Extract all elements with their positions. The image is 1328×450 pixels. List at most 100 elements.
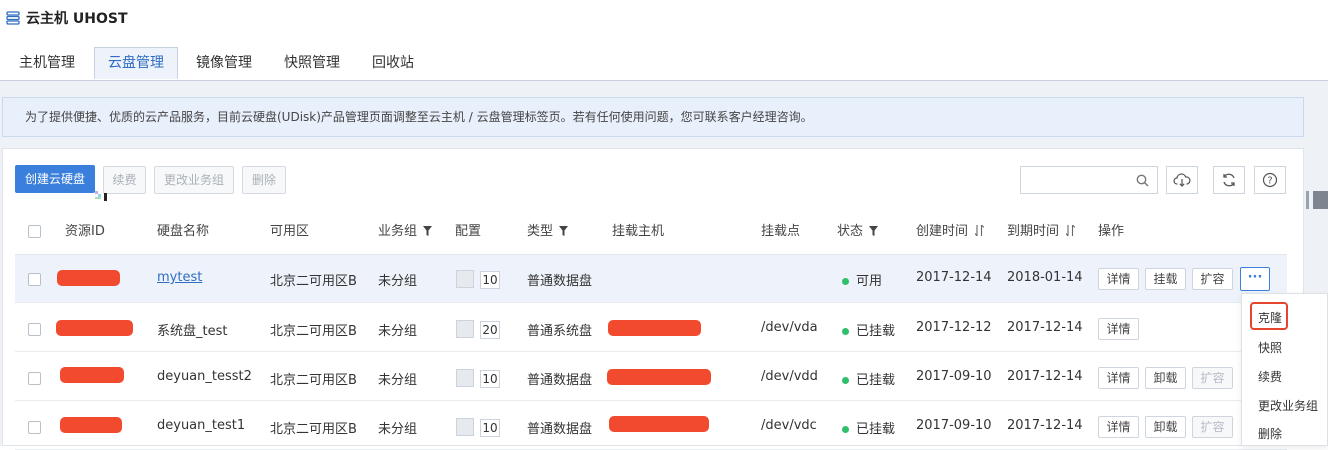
row-checkbox[interactable] [28,323,41,336]
cloud-download-button[interactable] [1166,166,1198,194]
status-dot-icon [842,426,849,433]
search-input[interactable] [1020,166,1158,194]
expires-cell: 2017-12-14 [1007,320,1083,335]
row-checkbox[interactable] [28,273,41,286]
expires-cell: 2017-12-14 [1007,369,1083,384]
expand-button[interactable]: 扩容 [1192,416,1233,438]
status-dot-icon [842,278,849,285]
server-stack-icon [6,11,20,25]
header-zone: 可用区 [270,224,310,239]
status-cell: 可用 [842,270,882,289]
menu-item-snapshot[interactable]: 快照 [1258,339,1282,356]
mount-cell: /dev/vdc [761,418,817,433]
menu-item-renew[interactable]: 续费 [1258,368,1282,385]
menu-item-clone[interactable]: 克隆 [1258,309,1282,326]
status-cell: 已挂载 [842,320,895,339]
expires-cell: 2018-01-14 [1007,270,1083,285]
redacted-host [608,320,701,336]
redacted-host [607,369,711,385]
disk-size: 20 [480,321,500,339]
details-button[interactable]: 详情 [1098,367,1139,389]
redacted-resource-id [56,320,133,336]
status-dot-icon [842,328,849,335]
table-row: mytest 北京二可用区B 未分组 10 普通数据盘 可用 2017-12-1… [15,255,1287,303]
header-resource-id: 资源ID [65,224,105,239]
help-icon: ? [1262,172,1278,188]
group-cell: 未分组 [378,373,418,388]
disk-size-icon [456,270,474,288]
status-cell: 已挂载 [842,418,895,437]
tab-bar: 主机管理 云盘管理 镜像管理 快照管理 回收站 [0,47,1328,81]
notice-banner: 为了提供便捷、优质的云产品服务，目前云硬盘(UDisk)产品管理页面调整至云主机… [2,97,1304,137]
tab-recycle-bin[interactable]: 回收站 [360,47,426,79]
render-artifact-left [95,191,107,201]
change-group-button[interactable]: 更改业务组 [154,166,234,194]
disk-size-icon [456,369,474,387]
disk-name-link[interactable]: mytest [157,270,202,285]
app-title-bar: 云主机 UHOST [6,7,128,29]
header-mount-point: 挂载点 [761,224,801,239]
created-cell: 2017-09-10 [916,418,992,433]
refresh-button[interactable] [1213,166,1245,194]
menu-item-delete[interactable]: 删除 [1258,425,1282,442]
type-cell: 普通系统盘 [527,324,593,339]
filter-icon [869,226,879,236]
svg-text:?: ? [1267,176,1272,187]
tab-image-management[interactable]: 镜像管理 [184,47,264,79]
details-button[interactable]: 详情 [1098,318,1139,340]
header-created[interactable]: 创建时间 [916,220,985,239]
mount-cell: /dev/vdd [761,369,818,384]
more-actions-button[interactable]: ··· [1240,267,1270,291]
select-all-checkbox[interactable] [28,225,41,238]
detach-button[interactable]: 卸载 [1145,367,1186,389]
disk-size: 10 [480,419,500,437]
header-type[interactable]: 类型 [527,220,569,239]
menu-item-change-group[interactable]: 更改业务组 [1258,397,1318,414]
render-artifact-right [1306,191,1328,209]
delete-button[interactable]: 删除 [242,166,286,194]
zone-cell: 北京二可用区B [270,422,357,437]
renew-button[interactable]: 续费 [103,166,146,194]
header-actions: 操作 [1098,224,1125,239]
header-expires[interactable]: 到期时间 [1007,220,1076,239]
zone-cell: 北京二可用区B [270,324,357,339]
status-dot-icon [842,377,849,384]
disk-size-icon [456,418,474,436]
zone-cell: 北京二可用区B [270,274,357,289]
refresh-icon [1223,173,1235,187]
group-cell: 未分组 [378,324,418,339]
filter-icon [423,226,433,236]
cloud-download-icon [1173,173,1191,187]
header-group[interactable]: 业务组 [378,220,433,239]
type-cell: 普通数据盘 [527,422,593,437]
redacted-resource-id [60,367,124,383]
mount-cell: /dev/vda [761,320,818,335]
header-status[interactable]: 状态 [837,220,879,239]
tab-disk-management[interactable]: 云盘管理 [94,47,178,79]
help-button[interactable]: ? [1254,166,1286,194]
row-checkbox[interactable] [28,372,41,385]
disk-name-cell: 系统盘_test [157,324,228,339]
disk-name-cell: deyuan_tesst2 [157,369,252,384]
details-button[interactable]: 详情 [1098,268,1139,290]
disk-size-icon [456,320,474,338]
sort-icon [1065,224,1076,237]
created-cell: 2017-12-12 [916,320,992,335]
app-title: 云主机 UHOST [26,11,128,27]
filter-icon [559,226,569,236]
more-actions-menu: 克隆 快照 续费 更改业务组 删除 [1241,293,1328,446]
row-checkbox[interactable] [28,421,41,434]
expand-button[interactable]: 扩容 [1192,268,1233,290]
disk-name-cell: deyuan_test1 [157,418,246,433]
expand-button[interactable]: 扩容 [1192,367,1233,389]
group-cell: 未分组 [378,274,418,289]
create-disk-button[interactable]: 创建云硬盘 [15,165,95,193]
detach-button[interactable]: 卸载 [1145,416,1186,438]
tab-snapshot-management[interactable]: 快照管理 [272,47,352,79]
table-row: 系统盘_test 北京二可用区B 未分组 20 普通系统盘 /dev/vda 已… [15,304,1287,352]
search-icon [1136,174,1149,187]
details-button[interactable]: 详情 [1098,416,1139,438]
tab-host-management[interactable]: 主机管理 [6,47,88,79]
attach-button[interactable]: 挂载 [1145,268,1186,290]
redacted-resource-id [57,270,120,286]
